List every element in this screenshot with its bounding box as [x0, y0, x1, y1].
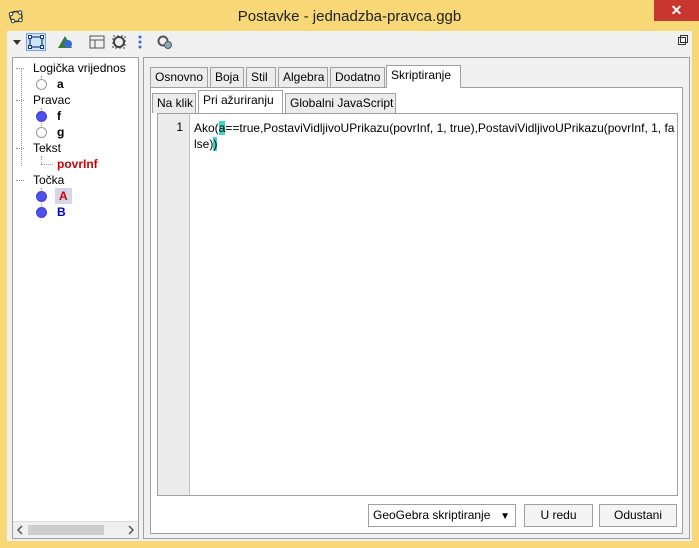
scroll-right-icon[interactable]: [126, 525, 136, 535]
tree-group-logical[interactable]: Logička vrijednos: [33, 60, 126, 76]
tab-global-javascript[interactable]: Globalni JavaScript: [285, 93, 396, 113]
tree-item-a[interactable]: a: [57, 76, 64, 92]
graphics-icon[interactable]: [55, 33, 75, 51]
tab-advanced[interactable]: Dodatno: [330, 67, 385, 87]
cancel-button[interactable]: Odustani: [599, 504, 677, 527]
tree-item-b[interactable]: B: [57, 204, 66, 220]
window-title: Postavke - jednadzba-pravca.ggb: [237, 8, 462, 25]
script-type-value: GeoGebra skriptiranje: [373, 508, 491, 522]
scroll-thumb[interactable]: [28, 525, 104, 535]
ok-button[interactable]: U redu: [524, 504, 593, 527]
restore-icon[interactable]: [678, 35, 688, 45]
tree-group-text[interactable]: Tekst: [33, 140, 61, 156]
select-objects-button[interactable]: [26, 33, 46, 51]
tree-group-point[interactable]: Točka: [33, 172, 64, 188]
line-number: 1: [176, 120, 183, 134]
tree-collapse-icon[interactable]: [16, 148, 24, 149]
tree-line: [21, 68, 22, 166]
tree-collapse-icon[interactable]: [16, 100, 24, 101]
tab-on-click[interactable]: Na klik: [152, 93, 196, 113]
chevron-down-icon: ▼: [500, 511, 510, 522]
code-bracket-highlight: ): [213, 137, 218, 151]
toolbar: [7, 31, 692, 53]
script-editor[interactable]: 1 Ako(a==true,PostaviVidljivoUPrikazu(po…: [157, 113, 678, 496]
select-objects-icon: [28, 35, 44, 49]
tools-icon[interactable]: [155, 33, 175, 51]
menu-arrow-icon[interactable]: [11, 33, 23, 51]
tree-horizontal-scrollbar[interactable]: [13, 521, 138, 538]
tab-basic[interactable]: Osnovno: [150, 67, 208, 87]
tab-color[interactable]: Boja: [210, 67, 244, 87]
tab-scripting[interactable]: Skriptiranje: [386, 65, 461, 88]
object-dot-icon: [36, 191, 47, 202]
tab-on-update[interactable]: Pri ažuriranju: [198, 90, 283, 113]
layout-icon[interactable]: [87, 33, 107, 51]
script-type-select[interactable]: GeoGebra skriptiranje ▼: [368, 504, 516, 527]
scroll-left-icon[interactable]: [15, 525, 25, 535]
code-before: Ako(: [194, 121, 219, 135]
close-button[interactable]: ✕: [654, 0, 699, 21]
line-gutter: 1: [158, 114, 190, 495]
object-dot-icon: [36, 79, 47, 90]
script-code[interactable]: Ako(a==true,PostaviVidljivoUPrikazu(povr…: [194, 120, 676, 152]
tab-algebra[interactable]: Algebra: [278, 67, 328, 87]
title-bar: Postavke - jednadzba-pravca.ggb ✕: [0, 0, 699, 31]
scripting-panel: Na klik Pri ažuriranju Globalni JavaScri…: [150, 87, 683, 534]
object-dot-icon: [36, 207, 47, 218]
object-tree: Logička vrijednos a Pravac f g Tekst pov…: [12, 57, 139, 539]
tree-item-g[interactable]: g: [57, 124, 64, 140]
object-dot-icon: [36, 127, 47, 138]
code-after: ==true,PostaviVidljivoUPrikazu(povrInf, …: [194, 121, 675, 151]
settings-icon[interactable]: [109, 33, 129, 51]
tree-group-line[interactable]: Pravac: [33, 92, 70, 108]
properties-panel: Osnovno Boja Stil Algebra Dodatno Skript…: [143, 57, 690, 539]
tree-collapse-icon[interactable]: [16, 180, 24, 181]
tree-item-f[interactable]: f: [57, 108, 61, 124]
dialog-client: Logička vrijednos a Pravac f g Tekst pov…: [7, 31, 692, 541]
tree-item-povrinf[interactable]: povrInf: [57, 156, 98, 172]
object-dot-icon: [36, 111, 47, 122]
tab-style[interactable]: Stil: [246, 67, 276, 87]
tree-item-a-point[interactable]: A: [55, 188, 72, 204]
tree-collapse-icon[interactable]: [16, 68, 24, 69]
more-icon[interactable]: [135, 33, 145, 51]
